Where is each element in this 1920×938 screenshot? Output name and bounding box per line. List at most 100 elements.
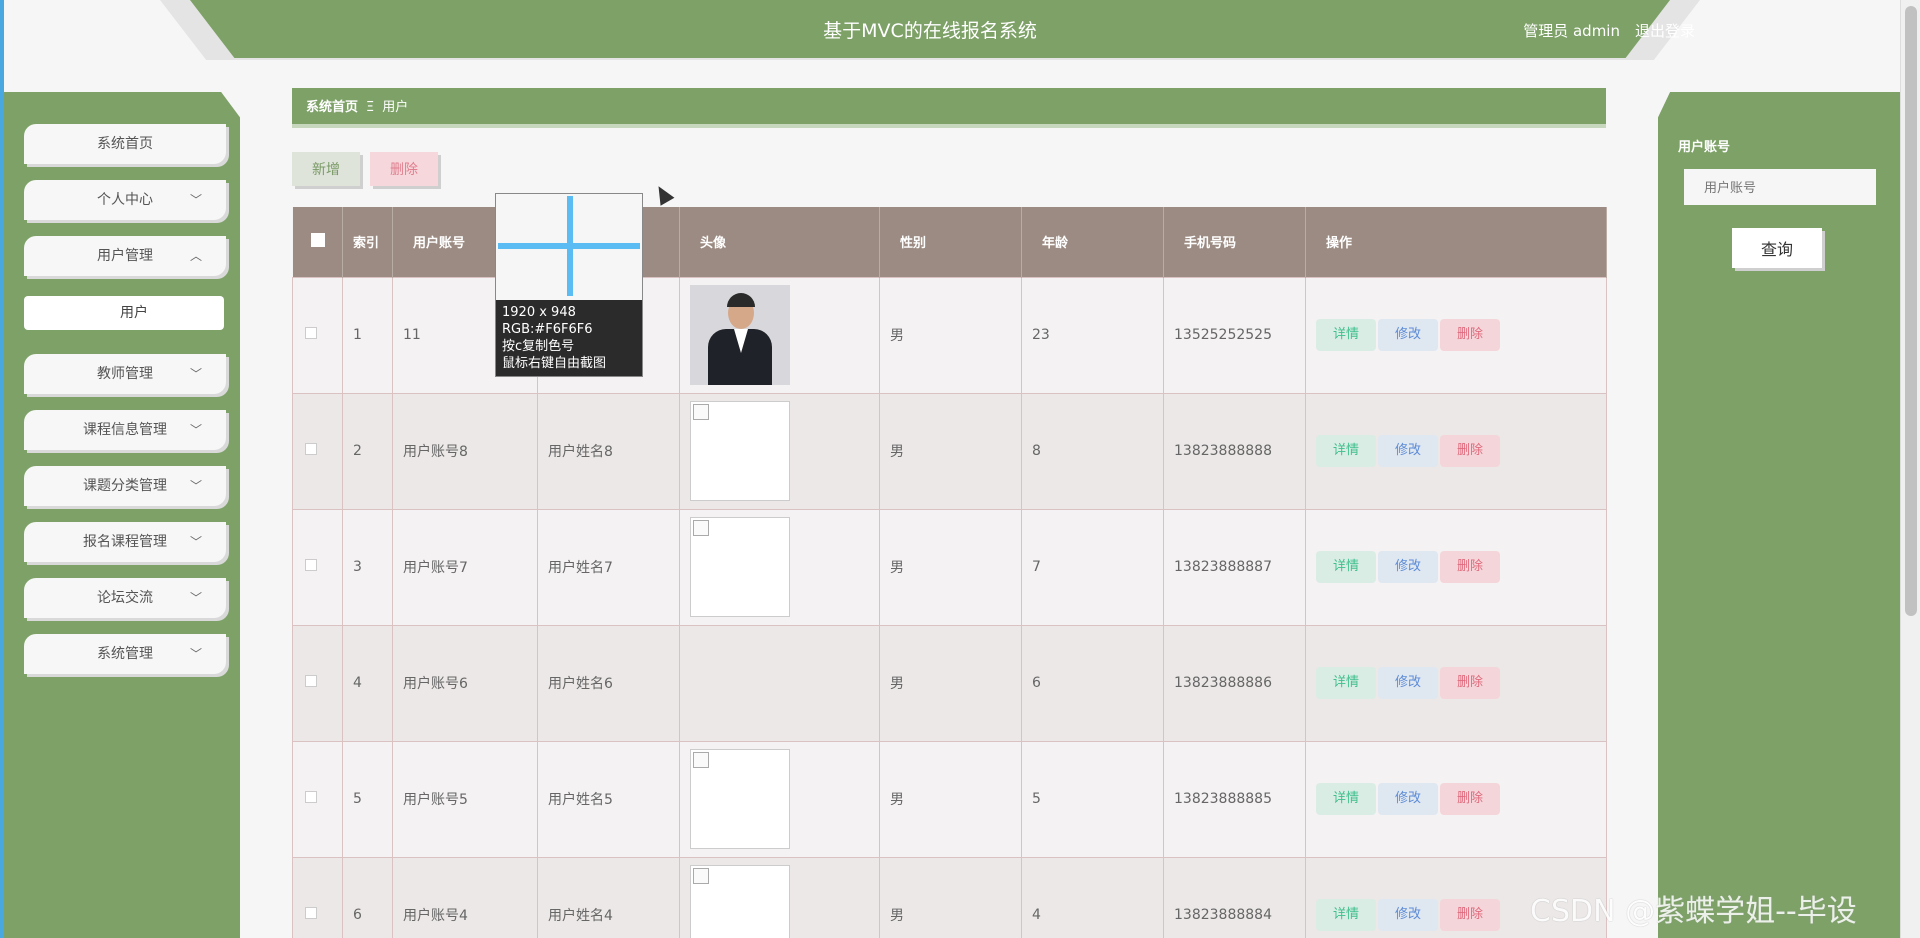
row-checkbox[interactable]	[305, 559, 317, 571]
table-row: 3 用户账号7 用户姓名7 男 7 13823888887 详情 修改 删除	[292, 508, 1607, 626]
chevron-down-icon: ﹀	[189, 423, 202, 437]
cell-gender: 男	[879, 856, 1022, 938]
picker-capture-hint: 鼠标右键自由截图	[502, 356, 607, 371]
edit-button[interactable]: 修改	[1378, 667, 1438, 699]
breadcrumb: 系统首页 Ξ 用户	[292, 88, 1606, 128]
sidebar-item-topic-categories[interactable]: 课题分类管理 ﹀	[24, 466, 226, 506]
sidebar-item-profile[interactable]: 个人中心 ﹀	[24, 180, 226, 220]
sidebar-item-forum[interactable]: 论坛交流 ﹀	[24, 578, 226, 618]
sidebar-item-enrollments[interactable]: 报名课程管理 ﹀	[24, 522, 226, 562]
cell-gender: 男	[879, 508, 1022, 626]
add-button[interactable]: 新增	[292, 152, 360, 186]
cell-phone: 13525252525	[1163, 276, 1306, 394]
row-checkbox[interactable]	[305, 791, 317, 803]
cell-avatar	[679, 856, 880, 938]
table-row: 6 用户账号4 用户姓名4 男 4 13823888884 详情 修改 删除	[292, 856, 1607, 938]
sidebar-item-home[interactable]: 系统首页	[24, 124, 226, 164]
cell-account: 用户账号6	[392, 624, 538, 742]
row-checkbox[interactable]	[305, 907, 317, 919]
table-row: 4 用户账号6 用户姓名6 男 6 13823888886 详情 修改 删除	[292, 624, 1607, 742]
search-button[interactable]: 查询	[1732, 228, 1822, 268]
row-delete-button[interactable]: 删除	[1440, 319, 1500, 351]
sidebar-item-label: 论坛交流	[97, 590, 153, 606]
sidebar-subitem-user[interactable]: 用户	[24, 296, 224, 330]
broken-image-icon	[690, 517, 790, 617]
delete-button[interactable]: 删除	[370, 152, 438, 186]
vertical-scrollbar[interactable]	[1900, 0, 1920, 938]
sidebar-item-courses[interactable]: 课程信息管理 ﹀	[24, 410, 226, 450]
edit-button[interactable]: 修改	[1378, 319, 1438, 351]
cell-phone: 13823888884	[1163, 856, 1306, 938]
cell-ops: 详情 修改 删除	[1305, 508, 1607, 626]
cell-avatar	[679, 740, 880, 858]
users-table: 索引 用户账号 用户姓名 头像 性别 年龄 手机号码 操作 1 11 男 23 …	[292, 207, 1607, 938]
cell-name: 用户姓名8	[537, 392, 680, 510]
row-checkbox[interactable]	[305, 327, 317, 339]
sidebar-item-users[interactable]: 用户管理 ︿	[24, 236, 226, 276]
sidebar-item-system[interactable]: 系统管理 ﹀	[24, 634, 226, 674]
cell-age: 8	[1021, 392, 1164, 510]
detail-button[interactable]: 详情	[1316, 667, 1376, 699]
admin-user-label: 管理员 admin	[1523, 22, 1620, 40]
edit-button[interactable]: 修改	[1378, 899, 1438, 931]
col-age: 年龄	[1021, 207, 1164, 277]
edit-button[interactable]: 修改	[1378, 783, 1438, 815]
cell-age: 6	[1021, 624, 1164, 742]
scroll-thumb[interactable]	[1905, 6, 1917, 616]
chevron-down-icon: ﹀	[189, 479, 202, 493]
detail-button[interactable]: 详情	[1316, 783, 1376, 815]
row-checkbox[interactable]	[305, 443, 317, 455]
chevron-down-icon: ﹀	[189, 591, 202, 605]
edit-button[interactable]: 修改	[1378, 551, 1438, 583]
detail-button[interactable]: 详情	[1316, 899, 1376, 931]
col-ops: 操作	[1305, 207, 1607, 277]
row-checkbox[interactable]	[305, 675, 317, 687]
cell-name: 用户姓名5	[537, 740, 680, 858]
cell-account: 用户账号8	[392, 392, 538, 510]
table-header-row: 索引 用户账号 用户姓名 头像 性别 年龄 手机号码 操作	[292, 207, 1607, 277]
sidebar-item-label: 系统管理	[97, 646, 153, 662]
sidebar-item-label: 个人中心	[97, 192, 153, 208]
row-delete-button[interactable]: 删除	[1440, 899, 1500, 931]
cell-avatar	[679, 508, 880, 626]
edit-button[interactable]: 修改	[1378, 435, 1438, 467]
detail-button[interactable]: 详情	[1316, 435, 1376, 467]
row-delete-button[interactable]: 删除	[1440, 435, 1500, 467]
row-delete-button[interactable]: 删除	[1440, 667, 1500, 699]
select-all-checkbox[interactable]	[310, 232, 325, 247]
mouse-cursor-icon	[651, 182, 675, 206]
picker-rgb: RGB:#F6F6F6	[502, 322, 593, 337]
avatar-photo	[690, 285, 790, 385]
cell-index: 4	[342, 624, 393, 742]
app-title: 基于MVC的在线报名系统	[823, 20, 1037, 42]
cell-avatar	[679, 624, 880, 742]
select-all-cell[interactable]	[292, 207, 343, 277]
sidebar-item-teachers[interactable]: 教师管理 ﹀	[24, 354, 226, 394]
logout-link[interactable]: 退出登录	[1635, 20, 1695, 41]
cell-index: 5	[342, 740, 393, 858]
broken-image-icon	[690, 865, 790, 938]
row-delete-button[interactable]: 删除	[1440, 783, 1500, 815]
cell-name: 用户姓名4	[537, 856, 680, 938]
search-input[interactable]	[1684, 169, 1876, 205]
cell-ops: 详情 修改 删除	[1305, 740, 1607, 858]
cell-avatar	[679, 392, 880, 510]
left-edge-strip	[0, 0, 4, 938]
sidebar-item-label: 用户管理	[97, 248, 153, 264]
row-delete-button[interactable]: 删除	[1440, 551, 1500, 583]
cell-gender: 男	[879, 276, 1022, 394]
breadcrumb-home[interactable]: 系统首页	[306, 100, 358, 115]
crosshair-horizontal	[498, 243, 640, 249]
detail-button[interactable]: 详情	[1316, 319, 1376, 351]
color-picker-overlay: 1920 x 948 RGB:#F6F6F6 按c复制色号 鼠标右键自由截图	[495, 193, 643, 377]
detail-button[interactable]: 详情	[1316, 551, 1376, 583]
cell-phone: 13823888885	[1163, 740, 1306, 858]
col-avatar: 头像	[679, 207, 880, 277]
cell-gender: 男	[879, 740, 1022, 858]
cell-index: 2	[342, 392, 393, 510]
cell-account: 用户账号5	[392, 740, 538, 858]
cell-ops: 详情 修改 删除	[1305, 276, 1607, 394]
cell-name: 用户姓名6	[537, 624, 680, 742]
sidebar-item-label: 课题分类管理	[83, 478, 167, 494]
cell-age: 5	[1021, 740, 1164, 858]
